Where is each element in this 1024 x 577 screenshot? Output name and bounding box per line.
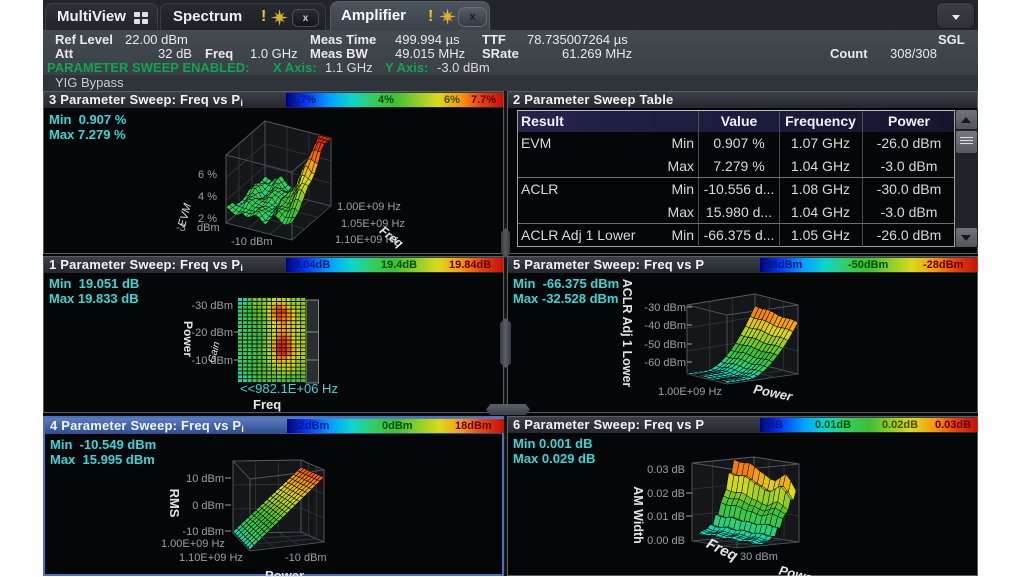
svg-text:Power: Power [777, 563, 819, 576]
svg-text:-30 dBm: -30 dBm [191, 300, 233, 312]
svg-text:1.00E+09 Hz: 1.00E+09 Hz [337, 201, 401, 213]
svg-text:-30 dBm: -30 dBm [644, 302, 686, 314]
svg-text:Freq: Freq [253, 397, 281, 412]
svg-text:ACLR Adj 1 Lower: ACLR Adj 1 Lower [620, 279, 634, 388]
svg-text:1.00E+09 Hz: 1.00E+09 Hz [658, 386, 722, 398]
svg-text:10 dBm: 10 dBm [186, 473, 224, 485]
svg-text:30 dBm: 30 dBm [740, 551, 778, 563]
svg-text:-40 dBm: -40 dBm [644, 320, 686, 332]
svg-text:<<982.1E+06 Hz: <<982.1E+06 Hz [240, 381, 338, 396]
svg-text:-20 dBm: -20 dBm [191, 327, 233, 339]
svg-text:0.01 dB: 0.01 dB [647, 511, 685, 523]
svg-text:RMS: RMS [167, 489, 182, 518]
svg-text:1.05E+09 Hz: 1.05E+09 Hz [341, 218, 405, 230]
svg-text:-10 dBm: -10 dBm [285, 552, 327, 564]
svg-text:1.00E+09 Hz: 1.00E+09 Hz [161, 538, 225, 550]
svg-text:-60 dBm: -60 dBm [644, 357, 686, 369]
svg-text:AM Width: AM Width [631, 486, 645, 544]
svg-text:0.03 dB: 0.03 dB [647, 464, 685, 476]
svg-text:-10 dBm: -10 dBm [231, 236, 273, 248]
svg-text:-10 dBm: -10 dBm [182, 526, 224, 538]
svg-text:0 dBm: 0 dBm [192, 500, 224, 512]
svg-text:dBm: dBm [197, 222, 220, 234]
svg-text:6 %: 6 % [198, 169, 217, 181]
svg-text:Power: Power [181, 321, 195, 357]
svg-text:EVM: EVM [176, 201, 194, 228]
svg-text:-50 dBm: -50 dBm [644, 339, 686, 351]
svg-text:1.10E+09 Hz: 1.10E+09 Hz [179, 552, 243, 564]
svg-text:0.00 dB: 0.00 dB [647, 535, 685, 547]
svg-text:Power: Power [752, 381, 794, 404]
svg-text:0.02 dB: 0.02 dB [647, 488, 685, 500]
svg-text:4 %: 4 % [198, 191, 217, 203]
